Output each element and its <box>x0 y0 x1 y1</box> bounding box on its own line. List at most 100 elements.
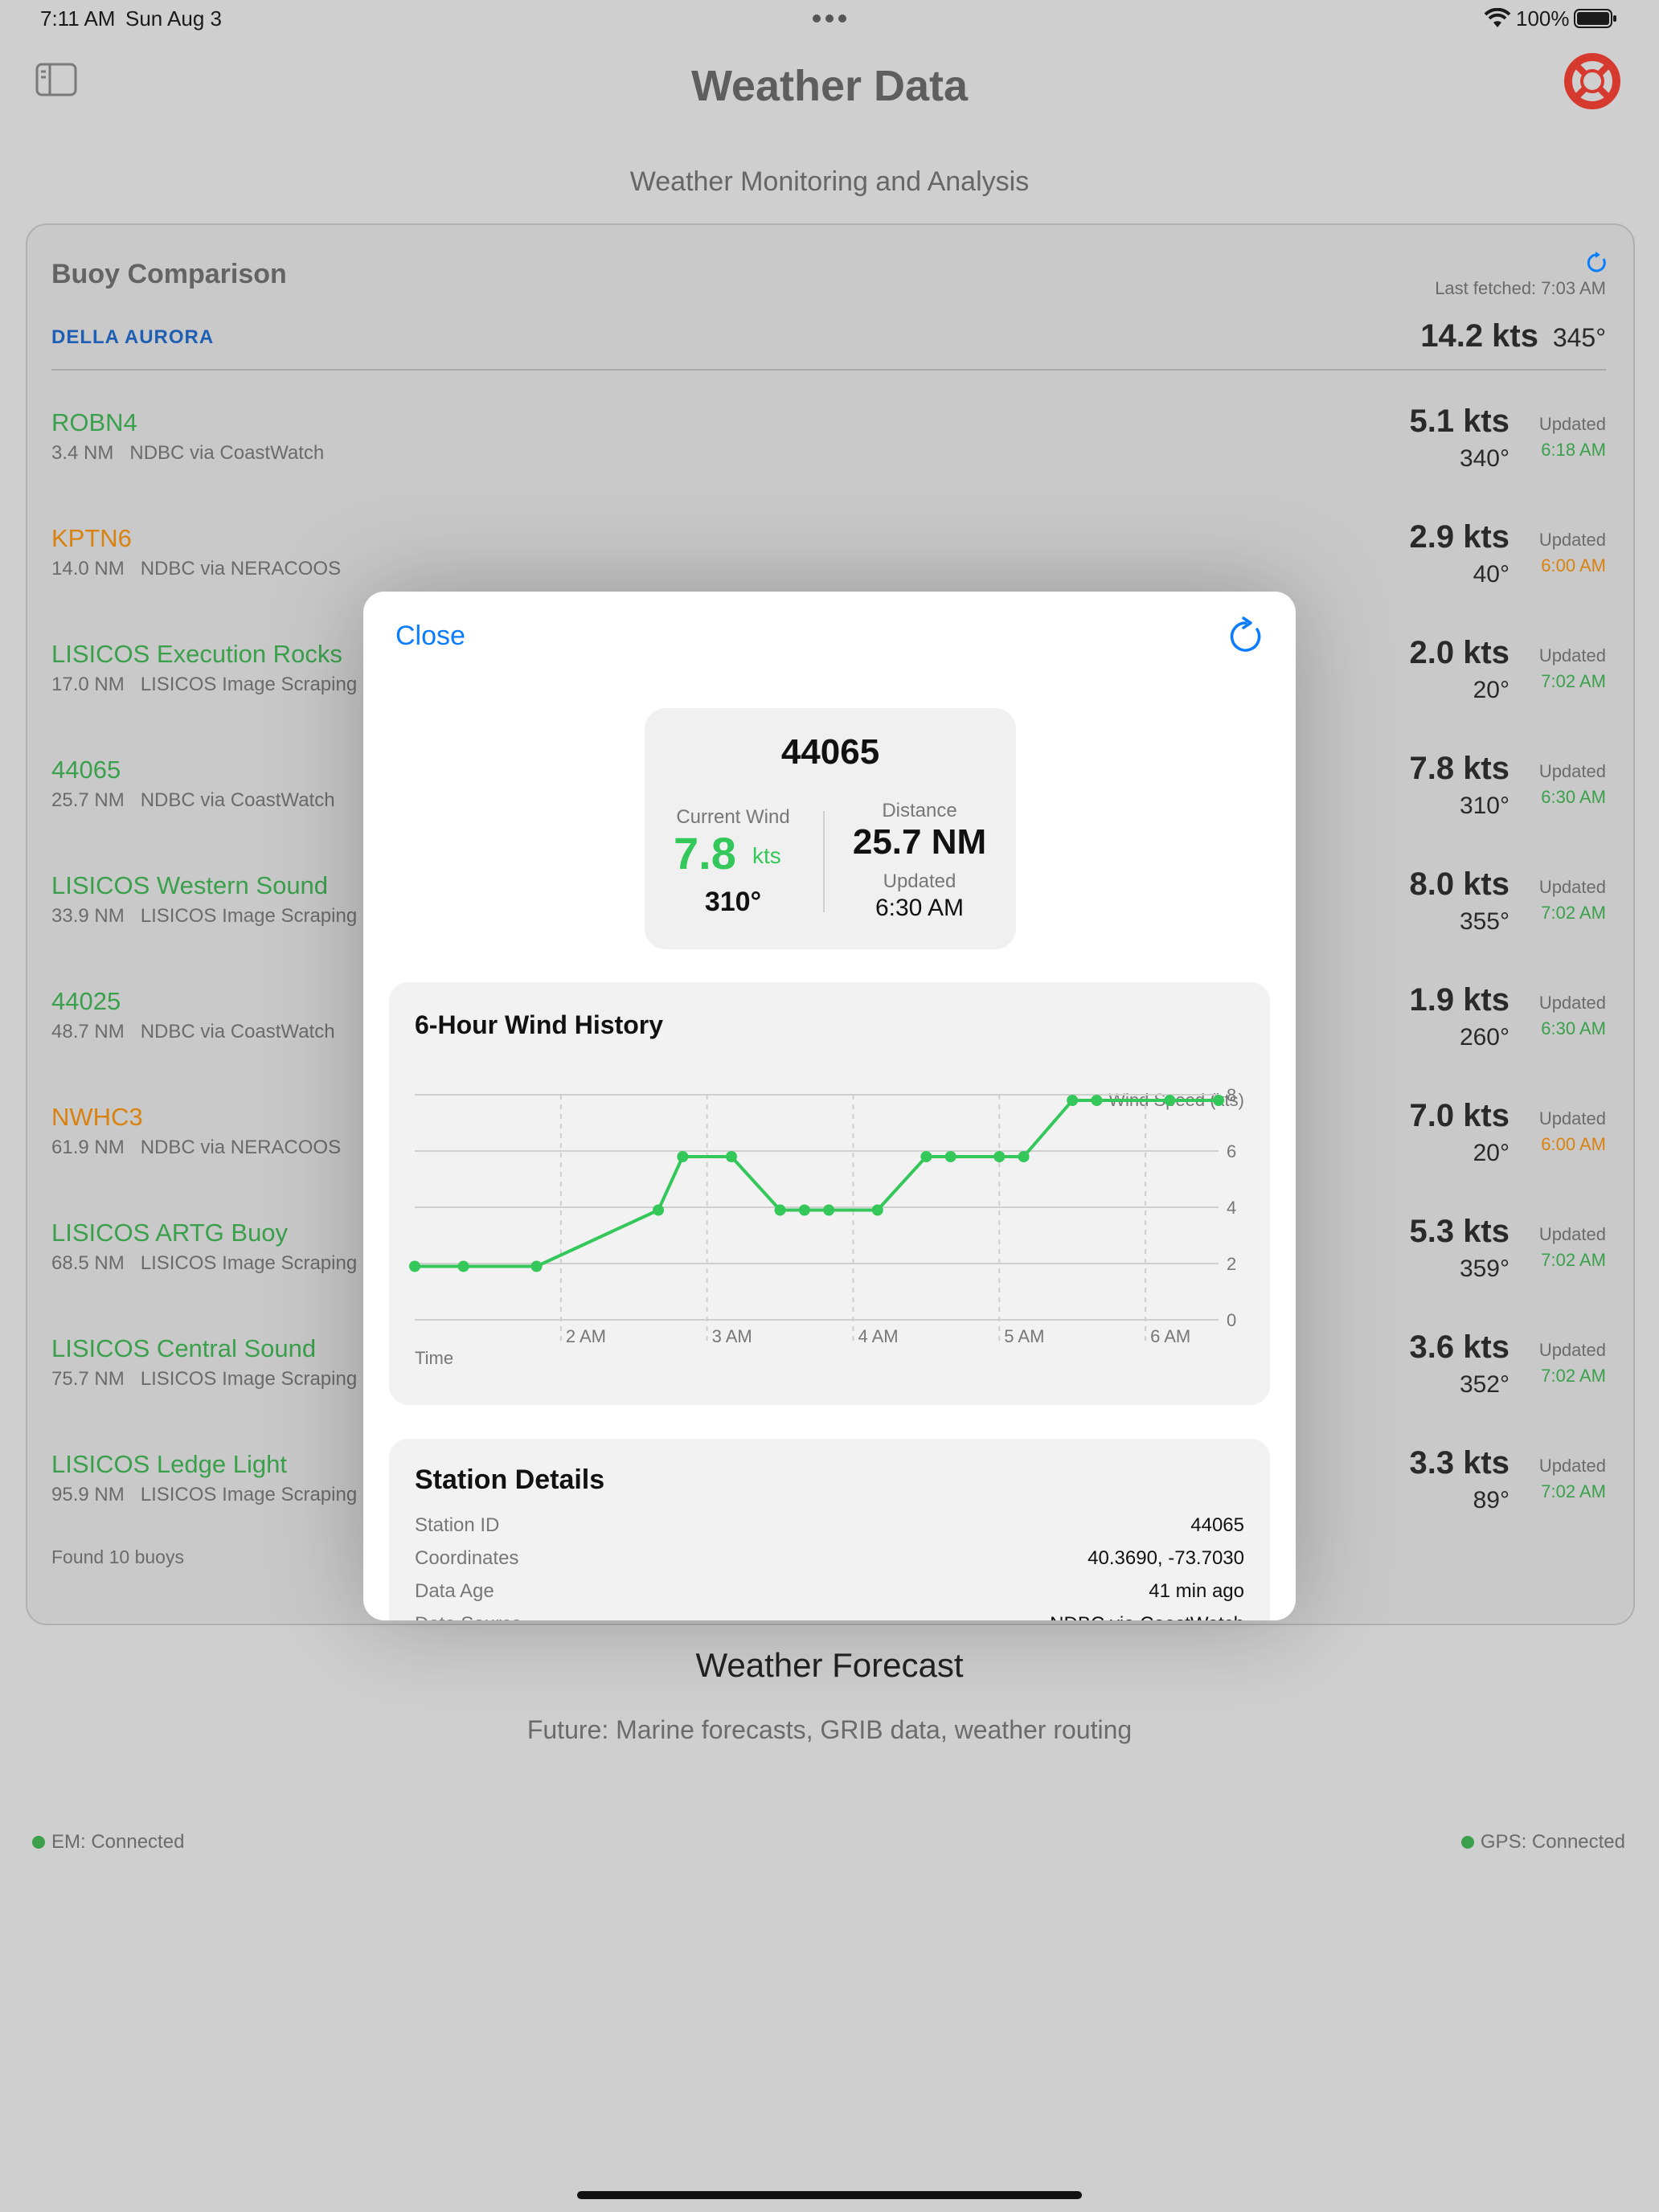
station-details-card: Station Details Station ID 44065 Coordinat… <box>389 1439 1270 1620</box>
buoy-meta: 75.7 NM LISICOS Image Scraping <box>51 1368 357 1391</box>
buoy-wind-direction: 20° <box>1473 1140 1509 1166</box>
buoy-wind-speed: 1.9 kts <box>1409 982 1509 1018</box>
detail-value: NDBC via CoastWatch <box>1050 1613 1244 1620</box>
buoy-wind-speed: 7.8 kts <box>1409 751 1509 786</box>
chart-x-tick-label: 4 AM <box>858 1326 898 1346</box>
buoy-updated-time: 7:02 AM <box>1541 1250 1606 1270</box>
chart-data-point <box>1067 1095 1079 1106</box>
battery-percent: 100% <box>1516 6 1570 31</box>
chart-x-tick-label: 3 AM <box>712 1326 752 1346</box>
updated-label: Updated <box>1538 993 1606 1013</box>
updated-label: Updated <box>1538 1108 1606 1129</box>
buoy-updated-time: 7:02 AM <box>1541 1481 1606 1501</box>
chart-data-point <box>944 1151 956 1162</box>
refresh-icon[interactable] <box>1225 616 1267 657</box>
buoy-meta: 95.9 NM LISICOS Image Scraping <box>51 1484 357 1506</box>
chart-data-point <box>1018 1151 1030 1162</box>
battery-icon <box>1574 8 1617 33</box>
chart-data-point <box>774 1204 786 1216</box>
buoy-distance: 33.9 NM <box>51 905 125 927</box>
found-count: Found 10 buoys <box>51 1546 184 1567</box>
buoy-name: NWHC3 <box>51 1103 143 1131</box>
buoy-wind-speed: 2.9 kts <box>1409 519 1509 555</box>
buoy-meta: 3.4 NM NDBC via CoastWatch <box>51 442 324 465</box>
buoy-source: LISICOS Image Scraping <box>140 1252 358 1274</box>
divider <box>823 811 825 912</box>
buoy-updated: Updated 6:18 AM <box>1539 412 1606 463</box>
forecast-title: Weather Forecast <box>695 1646 964 1684</box>
buoy-source: NDBC via CoastWatch <box>129 442 325 464</box>
buoy-distance: 95.9 NM <box>51 1484 125 1505</box>
buoy-name: LISICOS Western Sound <box>51 871 329 899</box>
page-title: Weather Data <box>690 62 969 110</box>
buoy-meta: 48.7 NM NDBC via CoastWatch <box>51 1021 335 1043</box>
buoy-name: LISICOS Ledge Light <box>51 1450 287 1478</box>
chart-data-point <box>530 1260 543 1272</box>
chart-data-point <box>823 1204 835 1216</box>
chart-x-tick-label: 6 AM <box>1150 1326 1190 1346</box>
updated-label: Updated <box>1538 1456 1606 1476</box>
status-date: Sun Aug 3 <box>125 6 222 31</box>
detail-value: 40.3690, -73.7030 <box>1088 1547 1244 1569</box>
buoy-updated: Updated 7:02 AM <box>1539 1337 1606 1389</box>
detail-key: Station ID <box>415 1514 500 1536</box>
buoy-wind-direction: 340° <box>1459 445 1509 472</box>
buoy-detail-sheet: Close 44065 Current Wind 7.8 kts 310° Di… <box>363 592 1296 1620</box>
status-dot-icon <box>1460 1836 1474 1849</box>
buoy-updated-time: 7:02 AM <box>1541 671 1606 691</box>
wind-history-chart: 6-Hour Wind History Wind Speed (kts) Tim… <box>409 1010 1244 1368</box>
buoy-updated: Updated 7:02 AM <box>1539 875 1606 926</box>
chart-data-point <box>1091 1095 1103 1106</box>
em-status-label: EM: Connected <box>51 1831 185 1853</box>
divider <box>51 369 1606 371</box>
buoy-updated-time: 7:02 AM <box>1541 1366 1606 1386</box>
buoy-row[interactable]: ROBN4 3.4 NM NDBC via CoastWatch 5.1 kts 34… <box>51 403 1606 505</box>
current-wind-speed: 7.8 <box>674 828 736 879</box>
buoy-wind-direction: 352° <box>1459 1371 1509 1398</box>
buoy-wind-speed: 8.0 kts <box>1409 866 1509 902</box>
home-indicator[interactable] <box>577 2191 1082 2199</box>
updated-label: Updated <box>1538 761 1606 781</box>
buoy-source: NDBC via NERACOOS <box>140 558 342 580</box>
status-time: 7:11 AM <box>40 6 116 31</box>
current-wind-unit: kts <box>752 843 781 868</box>
buoy-distance: 3.4 NM <box>51 442 114 464</box>
buoy-wind-direction: 260° <box>1459 1024 1509 1051</box>
buoy-meta: 33.9 NM LISICOS Image Scraping <box>51 905 357 928</box>
detail-key: Data Source <box>415 1613 522 1620</box>
distance-value: 25.7 NM <box>852 822 987 862</box>
close-button[interactable]: Close <box>395 621 465 652</box>
status-dot-icon <box>32 1836 45 1849</box>
buoy-distance: 75.7 NM <box>51 1368 125 1390</box>
buoy-distance: 17.0 NM <box>51 674 125 695</box>
own-vessel-name: DELLA AURORA <box>51 326 215 348</box>
updated-label: Updated <box>1538 1340 1606 1360</box>
buoy-name: 44065 <box>51 756 121 784</box>
buoy-name: LISICOS Central Sound <box>51 1334 317 1362</box>
lifebuoy-icon[interactable] <box>1563 51 1622 115</box>
buoy-distance: 68.5 NM <box>51 1252 125 1274</box>
refresh-small-icon[interactable] <box>1585 251 1609 279</box>
buoy-wind-direction: 310° <box>1459 793 1509 819</box>
station-id-heading: 44065 <box>780 732 880 772</box>
chart-series-line <box>415 1099 1219 1268</box>
buoy-wind-direction: 20° <box>1473 677 1509 703</box>
detail-value: 44065 <box>1190 1514 1244 1536</box>
buoy-distance: 14.0 NM <box>51 558 125 580</box>
last-fetched: Last fetched: 7:03 AM <box>1435 278 1606 298</box>
updated-label: Updated <box>1538 645 1606 666</box>
updated-label: Updated <box>883 870 956 892</box>
chart-y-tick-label: 4 <box>1227 1198 1236 1218</box>
buoy-wind-speed: 5.3 kts <box>1409 1214 1509 1249</box>
buoy-source: LISICOS Image Scraping <box>140 1484 358 1505</box>
multitasking-dots-icon[interactable] <box>812 13 847 27</box>
station-details-title: Station Details <box>415 1464 605 1495</box>
buoy-source: LISICOS Image Scraping <box>140 1368 358 1390</box>
card-title: Buoy Comparison <box>51 259 287 289</box>
chart-data-point <box>677 1151 689 1162</box>
buoy-wind-speed: 7.0 kts <box>1409 1098 1509 1133</box>
buoy-wind-direction: 359° <box>1459 1256 1509 1282</box>
detail-key: Coordinates <box>415 1547 519 1569</box>
buoy-distance: 61.9 NM <box>51 1137 125 1158</box>
buoy-updated-time: 6:00 AM <box>1541 1134 1606 1154</box>
